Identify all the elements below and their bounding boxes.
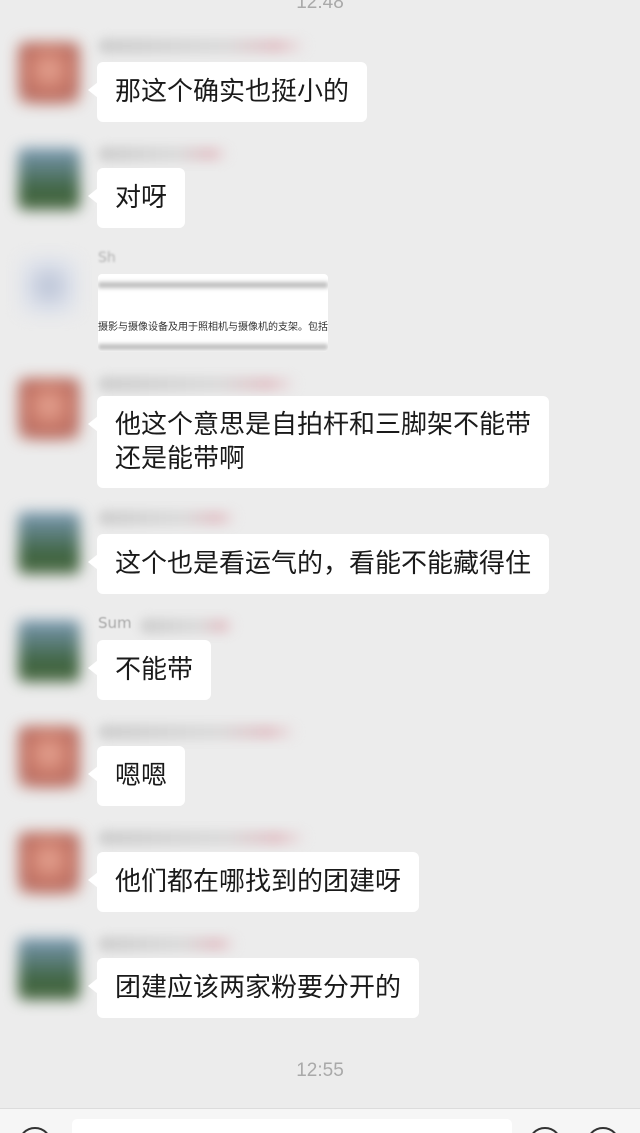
message-bubble[interactable]: 他这个意思是自拍杆和三脚架不能带 还是能带啊 (87, 396, 550, 488)
image-text-blurred (98, 344, 328, 350)
message-bubble[interactable]: 那这个确实也挺小的 (87, 62, 368, 122)
message-bubble[interactable]: 这个也是看运气的，看能不能藏得住 (87, 534, 550, 594)
image-message[interactable]: 摄影与摄像设备及用于照相机与摄像机的支架。包括 (98, 274, 328, 352)
sender-name-blurred (98, 936, 238, 952)
avatar[interactable] (18, 42, 80, 104)
sender-name-partial: Sh (98, 250, 116, 266)
sender-name-blurred (98, 146, 230, 162)
avatar[interactable] (18, 148, 80, 210)
sender-name-blurred (98, 510, 238, 526)
message-input[interactable] (72, 1119, 512, 1133)
message-bubble[interactable]: 不能带 (87, 640, 212, 700)
avatar[interactable] (18, 620, 80, 682)
sender-name-blurred (98, 38, 308, 54)
avatar[interactable] (18, 378, 80, 440)
sender-name-blurred (98, 376, 298, 392)
emoji-icon[interactable] (528, 1127, 562, 1133)
message-bubble[interactable]: 对呀 (87, 168, 186, 228)
timestamp-bottom: 12:55 (296, 1060, 344, 1081)
image-text-line: 摄影与摄像设备及用于照相机与摄像机的支架。包括 (98, 322, 328, 333)
input-bar (0, 1108, 640, 1133)
sender-name-partial: Sum (98, 614, 132, 632)
message-bubble[interactable]: 团建应该两家粉要分开的 (87, 958, 420, 1018)
avatar[interactable] (18, 255, 80, 317)
sender-name-blurred (140, 618, 236, 634)
plus-icon[interactable] (586, 1127, 620, 1133)
image-text-blurred (98, 282, 328, 288)
avatar[interactable] (18, 938, 80, 1000)
avatar[interactable] (18, 512, 80, 574)
message-bubble[interactable]: 嗯嗯 (87, 746, 186, 806)
message-line: 还是能带啊 (115, 444, 246, 474)
sender-name-blurred (98, 830, 308, 846)
timestamp-top: 12:48 (296, 0, 344, 13)
avatar[interactable] (18, 726, 80, 788)
voice-toggle-icon[interactable] (18, 1127, 52, 1133)
sender-name-blurred (98, 724, 298, 740)
message-bubble[interactable]: 他们都在哪找到的团建呀 (87, 852, 420, 912)
message-line: 他这个意思是自拍杆和三脚架不能带 (115, 410, 532, 440)
avatar[interactable] (18, 832, 80, 894)
